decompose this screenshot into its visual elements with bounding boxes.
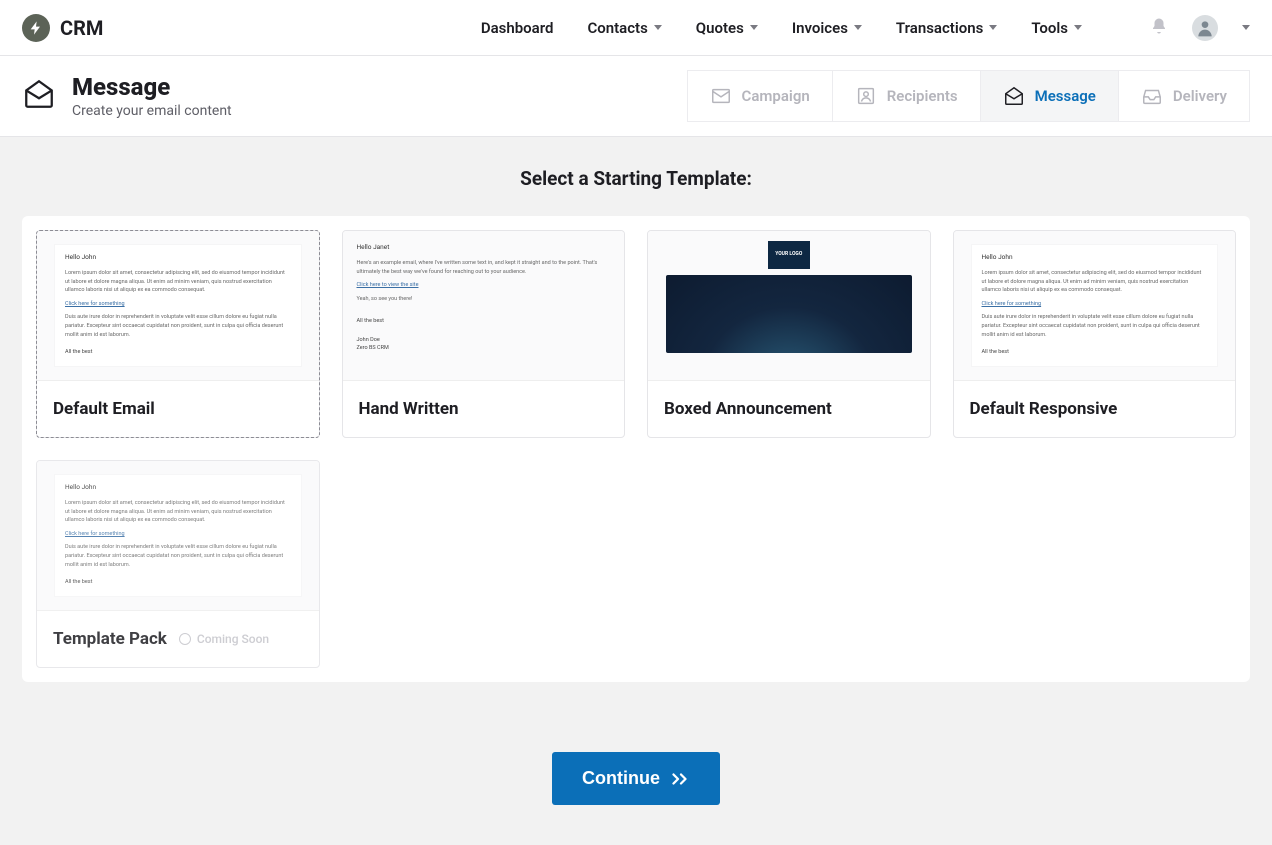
template-thumbnail: YOUR LOGO — [648, 231, 930, 381]
step-recipients[interactable]: Recipients — [832, 70, 980, 122]
thumb-text: Lorem ipsum dolor sit amet, consectetur … — [65, 499, 291, 525]
thumb-link: Click here for something — [65, 530, 291, 538]
content: Select a Starting Template: Hello John L… — [0, 137, 1272, 845]
template-thumbnail: Hello John Lorem ipsum dolor sit amet, c… — [37, 461, 319, 611]
nav-label: Tools — [1031, 19, 1068, 37]
nav-tools[interactable]: Tools — [1031, 19, 1082, 37]
template-title: Template Pack Coming Soon — [37, 611, 319, 667]
logo-placeholder: YOUR LOGO — [768, 241, 810, 269]
thumb-link: Click here to view the site — [357, 281, 611, 289]
thumb-signoff: All the best — [982, 348, 1208, 356]
continue-button[interactable]: Continue — [552, 752, 720, 805]
page-title: Message — [72, 73, 232, 101]
nav-invoices[interactable]: Invoices — [792, 19, 862, 37]
mail-open-icon — [22, 77, 56, 115]
thumb-company: Zero BS CRM — [357, 344, 611, 352]
chevron-down-icon — [750, 25, 758, 30]
chevron-down-icon[interactable] — [1242, 25, 1250, 30]
thumb-text: Duis aute irure dolor in reprehenderit i… — [982, 313, 1208, 339]
nav-label: Contacts — [587, 19, 647, 37]
step-message[interactable]: Message — [980, 70, 1118, 122]
thumb-text: Duis aute irure dolor in reprehenderit i… — [65, 313, 291, 339]
nav-label: Dashboard — [481, 19, 554, 37]
thumb-text: Here's an example email, where I've writ… — [357, 259, 611, 277]
continue-label: Continue — [582, 768, 660, 789]
template-thumbnail: Hello John Lorem ipsum dolor sit amet, c… — [37, 231, 319, 381]
page-subtitle: Create your email content — [72, 103, 232, 119]
template-title-text: Template Pack — [53, 629, 167, 649]
nav-transactions[interactable]: Transactions — [896, 19, 997, 37]
template-thumbnail: Hello John Lorem ipsum dolor sit amet, c… — [954, 231, 1236, 381]
template-grid: Hello John Lorem ipsum dolor sit amet, c… — [22, 216, 1250, 682]
template-card-default-responsive[interactable]: Hello John Lorem ipsum dolor sit amet, c… — [953, 230, 1237, 438]
thumb-name: John Doe — [357, 336, 611, 344]
thumb-signoff: All the best — [357, 317, 611, 325]
step-label: Delivery — [1173, 87, 1227, 105]
wizard-steps: Campaign Recipients Message Delivery — [687, 70, 1250, 122]
nav-label: Transactions — [896, 19, 983, 37]
step-label: Message — [1035, 87, 1096, 105]
thumb-text: Yeah, so see you there! — [357, 295, 611, 304]
hero-image-placeholder — [666, 275, 912, 353]
nav-dashboard[interactable]: Dashboard — [481, 19, 554, 37]
chevron-double-right-icon — [672, 772, 690, 786]
template-title: Default Email — [37, 381, 319, 437]
chevron-down-icon — [1074, 25, 1082, 30]
template-card-hand-written[interactable]: Hello Janet Here's an example email, whe… — [342, 230, 626, 438]
template-title: Hand Written — [343, 381, 625, 437]
thumb-link: Click here for something — [65, 300, 291, 308]
step-campaign[interactable]: Campaign — [687, 70, 832, 122]
nav-contacts[interactable]: Contacts — [587, 19, 661, 37]
top-nav: Dashboard Contacts Quotes Invoices Trans… — [481, 15, 1250, 41]
coming-soon-badge: Coming Soon — [179, 632, 269, 646]
thumb-text: Lorem ipsum dolor sit amet, consectetur … — [65, 269, 291, 295]
step-delivery[interactable]: Delivery — [1118, 70, 1250, 122]
nav-label: Quotes — [696, 19, 744, 37]
thumb-greeting: Hello Janet — [357, 243, 611, 253]
template-card-boxed-announcement[interactable]: YOUR LOGO Boxed Announcement — [647, 230, 931, 438]
chevron-down-icon — [854, 25, 862, 30]
thumb-greeting: Hello John — [65, 483, 291, 493]
thumb-signoff: All the best — [65, 348, 291, 356]
thumb-greeting: Hello John — [982, 253, 1208, 263]
thumb-greeting: Hello John — [65, 253, 291, 263]
topbar: CRM Dashboard Contacts Quotes Invoices T… — [0, 0, 1272, 56]
template-card-default-email[interactable]: Hello John Lorem ipsum dolor sit amet, c… — [36, 230, 320, 438]
bell-icon[interactable] — [1150, 17, 1168, 39]
template-card-template-pack[interactable]: Hello John Lorem ipsum dolor sit amet, c… — [36, 460, 320, 668]
subheader: Message Create your email content Campai… — [0, 56, 1272, 137]
nav-quotes[interactable]: Quotes — [696, 19, 758, 37]
brand-logo-icon — [22, 14, 50, 42]
step-label: Recipients — [887, 87, 958, 105]
thumb-signoff: All the best — [65, 578, 291, 586]
step-label: Campaign — [742, 87, 810, 105]
thumb-text: Lorem ipsum dolor sit amet, consectetur … — [982, 269, 1208, 295]
avatar[interactable] — [1192, 15, 1218, 41]
template-title: Boxed Announcement — [648, 381, 930, 437]
thumb-link: Click here for something — [982, 300, 1208, 308]
template-title: Default Responsive — [954, 381, 1236, 437]
thumb-text: Duis aute irure dolor in reprehenderit i… — [65, 543, 291, 569]
chevron-down-icon — [989, 25, 997, 30]
template-thumbnail: Hello Janet Here's an example email, whe… — [343, 231, 625, 381]
brand-name: CRM — [60, 16, 103, 40]
nav-label: Invoices — [792, 19, 848, 37]
section-title: Select a Starting Template: — [22, 167, 1250, 190]
brand[interactable]: CRM — [22, 14, 103, 42]
chevron-down-icon — [654, 25, 662, 30]
